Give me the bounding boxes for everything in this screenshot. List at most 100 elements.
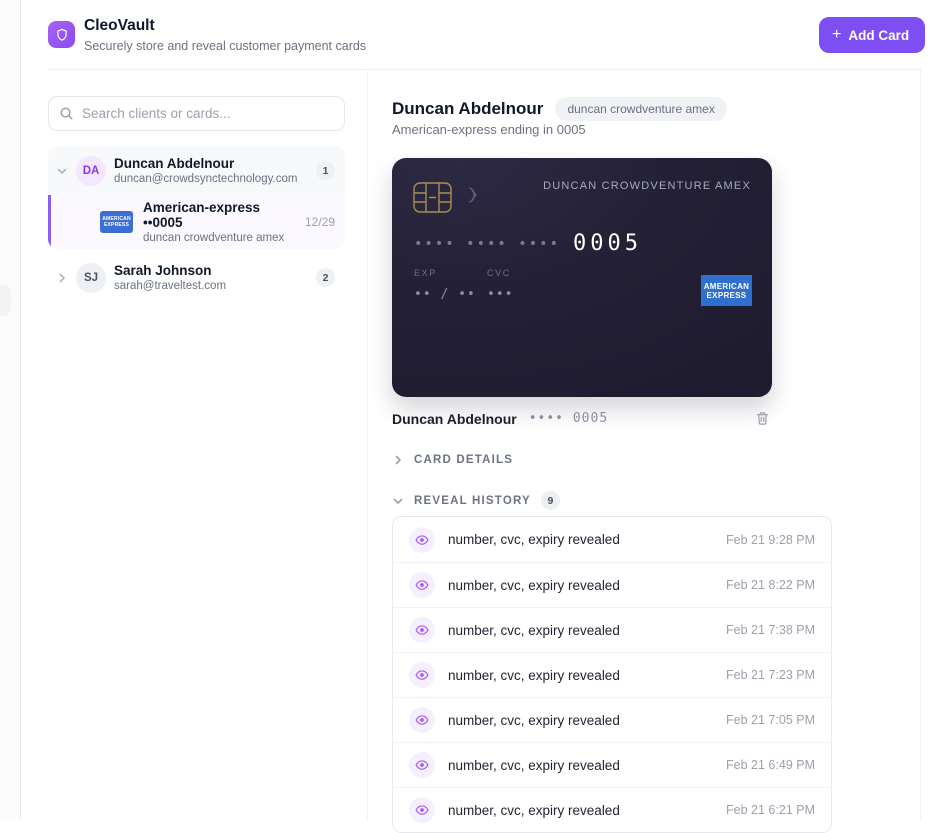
chevron-right-icon: [56, 272, 68, 284]
header-divider: [48, 69, 921, 70]
detail-subtitle: American-express ending in 0005: [392, 122, 586, 137]
masked-digits: •••• •••• ••••: [414, 236, 560, 252]
card-meta: American-express ••0005 duncan crowdvent…: [143, 200, 295, 244]
card-number: •••• •••• •••• 0005: [414, 231, 642, 256]
card-nickname: duncan crowdventure amex: [143, 232, 295, 244]
chevron-right-icon: [392, 454, 404, 466]
chevron-down-icon: [56, 165, 68, 177]
reveal-history-row: number, cvc, expiry revealed Feb 21 9:28…: [393, 517, 831, 562]
reveal-count-badge: 9: [541, 491, 560, 510]
client-email: duncan@crowdsynctechnology.com: [114, 173, 308, 185]
sidebar-card-item-amex-0005[interactable]: AMERICAN EXPRESS American-express ••0005…: [48, 195, 345, 249]
card-holder-row: Duncan Abdelnour •••• 0005: [392, 409, 772, 428]
shield-icon: [55, 28, 69, 42]
reveal-event-time: Feb 21 6:49 PM: [726, 758, 815, 772]
reveal-history-row: number, cvc, expiry revealed Feb 21 7:05…: [393, 697, 831, 742]
amex-mini-line2: EXPRESS: [104, 222, 129, 228]
reveal-history-label: REVEAL HISTORY: [414, 495, 531, 507]
amex-logo-line2: EXPRESS: [707, 291, 747, 300]
reveal-history-row: number, cvc, expiry revealed Feb 21 8:22…: [393, 562, 831, 607]
exp-value: •• / ••: [414, 287, 476, 302]
detail-header: Duncan Abdelnour duncan crowdventure ame…: [392, 97, 727, 121]
exp-label: EXP: [414, 268, 476, 278]
column-divider: [367, 71, 368, 819]
eye-icon: [409, 527, 435, 553]
card-last4: 0005: [573, 231, 642, 256]
reveal-event-time: Feb 21 7:05 PM: [726, 713, 815, 727]
content-right-border: [920, 70, 921, 819]
card-exp-field: EXP •• / ••: [414, 268, 476, 302]
card-holder-name: DUNCAN CROWDVENTURE AMEX: [543, 180, 751, 192]
contactless-icon: [465, 186, 483, 204]
client-email: sarah@traveltest.com: [114, 280, 308, 292]
client-row-duncan[interactable]: DA Duncan Abdelnour duncan@crowdsynctech…: [48, 146, 345, 195]
holder-masked-number: •••• 0005: [529, 411, 608, 426]
reveal-event-time: Feb 21 7:38 PM: [726, 623, 815, 637]
client-name: Sarah Johnson: [114, 263, 308, 278]
eye-icon: [409, 662, 435, 688]
app-header: CleoVault Securely store and reveal cust…: [22, 0, 943, 70]
cvc-label: CVC: [487, 268, 513, 278]
reveal-event-text: number, cvc, expiry revealed: [448, 668, 620, 683]
reveal-history-row: number, cvc, expiry revealed Feb 21 7:23…: [393, 652, 831, 697]
client-group-duncan: DA Duncan Abdelnour duncan@crowdsynctech…: [48, 146, 345, 249]
client-row-sarah[interactable]: SJ Sarah Johnson sarah@traveltest.com 2: [48, 253, 345, 302]
reveal-history-section-toggle[interactable]: REVEAL HISTORY 9: [392, 491, 560, 510]
reveal-event-text: number, cvc, expiry revealed: [448, 803, 620, 818]
card-count-badge: 2: [316, 268, 335, 287]
reveal-event-time: Feb 21 6:21 PM: [726, 803, 815, 817]
card-count-badge: 1: [316, 161, 335, 180]
card-expiry: 12/29: [305, 215, 335, 229]
reveal-history-row: number, cvc, expiry revealed Feb 21 6:21…: [393, 787, 831, 832]
plus-icon: +: [832, 27, 841, 43]
reveal-event-text: number, cvc, expiry revealed: [448, 532, 620, 547]
reveal-history-row: number, cvc, expiry revealed Feb 21 6:49…: [393, 742, 831, 787]
card-details-section-toggle[interactable]: CARD DETAILS: [392, 454, 513, 466]
card-chip-icon: [413, 182, 452, 213]
page-title: CleoVault: [84, 17, 155, 35]
card-cvc-field: CVC •••: [487, 268, 513, 302]
card-title: American-express ••0005: [143, 200, 295, 230]
client-name: Duncan Abdelnour: [114, 156, 308, 171]
amex-logo-icon: AMERICAN EXPRESS: [100, 211, 133, 233]
client-meta: Sarah Johnson sarah@traveltest.com: [114, 263, 308, 292]
reveal-event-text: number, cvc, expiry revealed: [448, 578, 620, 593]
client-meta: Duncan Abdelnour duncan@crowdsynctechnol…: [114, 156, 308, 185]
add-card-label: Add Card: [848, 28, 909, 43]
eye-icon: [409, 707, 435, 733]
amex-brand-logo: AMERICAN EXPRESS: [701, 275, 752, 306]
left-gutter: [0, 0, 21, 819]
reveal-event-text: number, cvc, expiry revealed: [448, 758, 620, 773]
search-input[interactable]: [82, 106, 334, 121]
add-card-button[interactable]: + Add Card: [819, 17, 925, 53]
holder-name: Duncan Abdelnour: [392, 411, 517, 427]
eye-icon: [409, 617, 435, 643]
reveal-history-list: number, cvc, expiry revealed Feb 21 9:28…: [392, 516, 832, 833]
reveal-event-text: number, cvc, expiry revealed: [448, 623, 620, 638]
delete-card-button[interactable]: [753, 409, 772, 428]
card-details-label: CARD DETAILS: [414, 454, 513, 466]
eye-icon: [409, 752, 435, 778]
eye-icon: [409, 572, 435, 598]
reveal-event-time: Feb 21 7:23 PM: [726, 668, 815, 682]
cvc-value: •••: [487, 287, 513, 302]
app-logo: [48, 21, 75, 48]
left-edge-partial-element: [0, 285, 11, 316]
card-tag-pill: duncan crowdventure amex: [555, 97, 726, 121]
app-window: CleoVault Securely store and reveal cust…: [22, 0, 943, 819]
detail-client-name: Duncan Abdelnour: [392, 99, 543, 119]
page-tagline: Securely store and reveal customer payme…: [84, 39, 366, 53]
trash-icon: [755, 411, 770, 426]
reveal-history-row: number, cvc, expiry revealed Feb 21 7:38…: [393, 607, 831, 652]
eye-icon: [409, 797, 435, 823]
avatar: SJ: [76, 263, 106, 293]
payment-card-visual: DUNCAN CROWDVENTURE AMEX •••• •••• •••• …: [392, 158, 772, 397]
amex-logo-line1: AMERICAN: [704, 282, 750, 291]
reveal-event-time: Feb 21 9:28 PM: [726, 533, 815, 547]
avatar: DA: [76, 156, 106, 186]
reveal-event-time: Feb 21 8:22 PM: [726, 578, 815, 592]
search-box: [48, 96, 345, 131]
chevron-down-icon: [392, 495, 404, 507]
search-icon: [59, 106, 74, 121]
reveal-event-text: number, cvc, expiry revealed: [448, 713, 620, 728]
